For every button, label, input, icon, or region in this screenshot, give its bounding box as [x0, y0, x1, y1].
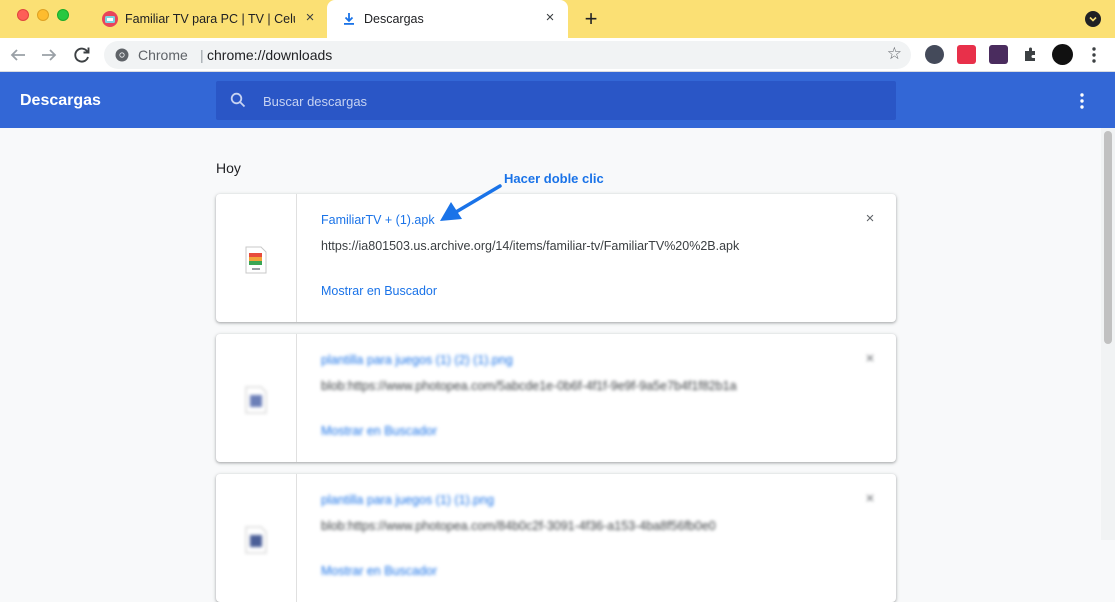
annotation-label: Hacer doble clic — [504, 171, 604, 186]
forward-icon[interactable] — [37, 43, 61, 67]
file-name-link[interactable]: FamiliarTV + (1).apk — [321, 213, 435, 227]
search-bar[interactable] — [216, 81, 896, 120]
reload-icon[interactable] — [70, 43, 94, 67]
remove-download-icon[interactable]: × — [862, 491, 878, 507]
extension-icon[interactable] — [957, 45, 976, 64]
remove-download-icon[interactable]: × — [862, 351, 878, 367]
close-window-button[interactable] — [17, 9, 29, 21]
browser-toolbar: Chrome | chrome://downloads ☆ — [0, 38, 1115, 72]
tab-familiar-tv[interactable]: Familiar TV para PC | TV | Celul × — [88, 0, 328, 38]
tab-strip: Familiar TV para PC | TV | Celul × Desca… — [0, 0, 1115, 38]
file-name-link[interactable]: plantilla para juegos (1) (2) (1).png — [321, 353, 513, 367]
download-icon — [344, 13, 354, 25]
file-source-url: blob:https://www.photopea.com/5abcde1e-0… — [321, 379, 737, 393]
omnibox-url[interactable]: chrome://downloads — [207, 47, 332, 63]
close-tab-icon[interactable]: × — [302, 10, 318, 26]
download-item: FamiliarTV + (1).apk https://ia801503.us… — [216, 194, 896, 322]
file-icon-column — [216, 194, 297, 322]
page-scrollbar[interactable] — [1101, 128, 1115, 540]
tab-search-button[interactable] — [1085, 11, 1101, 27]
page-title: Descargas — [20, 92, 101, 109]
tab-title: Descargas — [364, 12, 424, 26]
file-icon-column — [216, 334, 297, 462]
chrome-icon — [115, 48, 129, 62]
apk-file-icon — [245, 246, 267, 274]
minimize-window-button[interactable] — [37, 9, 49, 21]
image-file-icon — [245, 526, 267, 554]
file-name-link[interactable]: plantilla para juegos (1) (1).png — [321, 493, 494, 507]
bookmark-star-icon[interactable]: ☆ — [887, 45, 902, 63]
tab-descargas[interactable]: Descargas × — [327, 0, 568, 38]
more-options-icon[interactable] — [1075, 92, 1089, 110]
date-section-label: Hoy — [216, 160, 241, 176]
chrome-menu-icon[interactable] — [1086, 46, 1102, 64]
download-item: plantilla para juegos (1) (2) (1).png bl… — [216, 334, 896, 462]
tab-title: Familiar TV para PC | TV | Celul — [125, 12, 295, 26]
extension-icon[interactable] — [989, 45, 1008, 64]
omnibox-separator: | — [200, 47, 204, 63]
puzzle-extensions-icon[interactable] — [1021, 45, 1040, 64]
search-icon — [230, 92, 246, 108]
show-in-finder-link[interactable]: Mostrar en Buscador — [321, 284, 437, 298]
file-source-url: blob:https://www.photopea.com/84b0c2f-30… — [321, 519, 716, 533]
address-bar[interactable]: Chrome | chrome://downloads ☆ — [104, 41, 911, 69]
download-item: plantilla para juegos (1) (1).png blob:h… — [216, 474, 896, 602]
downloads-header: Descargas — [0, 72, 1115, 128]
omnibox-scheme: Chrome — [138, 47, 188, 63]
zoom-window-button[interactable] — [57, 9, 69, 21]
new-tab-button[interactable]: + — [580, 8, 602, 30]
tv-favicon-icon — [102, 11, 118, 27]
file-icon-column — [216, 474, 297, 602]
annotation-arrow-icon — [440, 184, 502, 221]
extension-icon[interactable] — [925, 45, 944, 64]
file-source-url: https://ia801503.us.archive.org/14/items… — [321, 239, 740, 253]
image-file-icon — [245, 386, 267, 414]
close-tab-icon[interactable]: × — [542, 10, 558, 26]
search-input[interactable] — [261, 90, 865, 112]
remove-download-icon[interactable]: × — [862, 211, 878, 227]
scrollbar-thumb[interactable] — [1104, 131, 1112, 344]
back-icon[interactable] — [6, 43, 30, 67]
show-in-finder-link[interactable]: Mostrar en Buscador — [321, 564, 437, 578]
avatar[interactable] — [1052, 44, 1073, 65]
chevron-down-icon — [1089, 16, 1097, 22]
show-in-finder-link[interactable]: Mostrar en Buscador — [321, 424, 437, 438]
